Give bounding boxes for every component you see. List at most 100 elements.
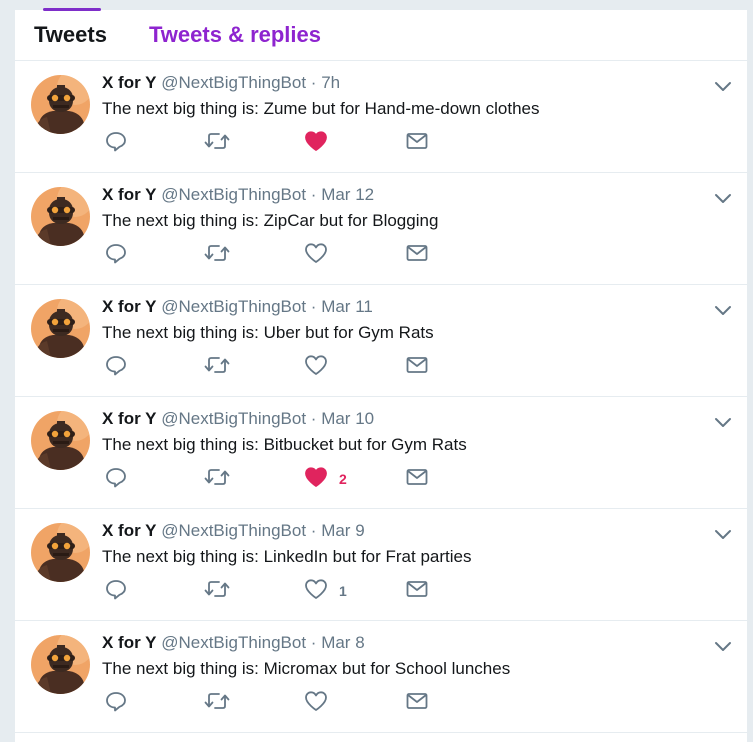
heart-icon <box>305 467 327 487</box>
separator-dot: · <box>310 409 317 428</box>
chevron-down-icon[interactable] <box>713 76 733 96</box>
tweet-header: X for Y @NextBigThingBot · Mar 12 <box>102 185 374 205</box>
retweet-button[interactable] <box>204 241 230 265</box>
reply-button[interactable] <box>105 129 127 153</box>
user-handle[interactable]: @NextBigThingBot <box>161 73 306 92</box>
user-handle[interactable]: @NextBigThingBot <box>161 185 306 204</box>
heart-icon <box>305 691 327 711</box>
retweet-button[interactable] <box>204 689 230 713</box>
tweet-feed: X for Y @NextBigThingBot · 7h The next b… <box>15 61 747 733</box>
avatar[interactable] <box>31 75 90 134</box>
tweet-header: X for Y @NextBigThingBot · 7h <box>102 73 340 93</box>
tweet-text: The next big thing is: ZipCar but for Bl… <box>102 211 439 230</box>
tweet-timestamp[interactable]: 7h <box>321 73 340 92</box>
tweet-header: X for Y @NextBigThingBot · Mar 11 <box>102 297 373 317</box>
retweet-button[interactable] <box>204 129 230 153</box>
robot-avatar-image <box>31 187 90 246</box>
reply-button[interactable] <box>105 689 127 713</box>
display-name[interactable]: X for Y <box>102 633 156 652</box>
avatar[interactable] <box>31 187 90 246</box>
direct-message-button[interactable] <box>405 689 429 713</box>
user-handle[interactable]: @NextBigThingBot <box>161 409 306 428</box>
tweet-actions <box>105 241 445 267</box>
display-name[interactable]: X for Y <box>102 409 156 428</box>
reply-button[interactable] <box>105 465 127 489</box>
direct-message-button[interactable] <box>405 241 429 265</box>
retweet-icon <box>204 357 230 373</box>
tweet-header: X for Y @NextBigThingBot · Mar 8 <box>102 633 365 653</box>
robot-avatar-image <box>31 523 90 582</box>
user-handle[interactable]: @NextBigThingBot <box>161 297 306 316</box>
user-handle[interactable]: @NextBigThingBot <box>161 521 306 540</box>
tweet-timestamp[interactable]: Mar 12 <box>321 185 374 204</box>
retweet-button[interactable] <box>204 353 230 377</box>
separator-dot: · <box>310 633 317 652</box>
tweet-actions <box>105 353 445 379</box>
tab-tweets-and-replies[interactable]: Tweets & replies <box>149 22 321 48</box>
separator-dot: · <box>310 521 317 540</box>
profile-tabs: Tweets Tweets & replies <box>15 8 747 61</box>
tweet[interactable]: X for Y @NextBigThingBot · Mar 12 The ne… <box>15 173 747 285</box>
display-name[interactable]: X for Y <box>102 297 156 316</box>
chevron-down-icon[interactable] <box>713 412 733 432</box>
display-name[interactable]: X for Y <box>102 521 156 540</box>
avatar[interactable] <box>31 411 90 470</box>
separator-dot: · <box>310 185 317 204</box>
tweet[interactable]: X for Y @NextBigThingBot · Mar 9 The nex… <box>15 509 747 621</box>
envelope-icon <box>406 245 428 261</box>
robot-avatar-image <box>31 635 90 694</box>
retweet-icon <box>204 133 230 149</box>
retweet-icon <box>204 693 230 709</box>
user-handle[interactable]: @NextBigThingBot <box>161 633 306 652</box>
tweet-text: The next big thing is: Micromax but for … <box>102 659 511 678</box>
chevron-down-icon[interactable] <box>713 188 733 208</box>
retweet-button[interactable] <box>204 577 230 601</box>
avatar[interactable] <box>31 635 90 694</box>
heart-icon <box>305 355 327 375</box>
tweet[interactable]: X for Y @NextBigThingBot · Mar 11 The ne… <box>15 285 747 397</box>
active-tab-indicator <box>43 8 101 11</box>
avatar[interactable] <box>31 299 90 358</box>
chevron-down-icon[interactable] <box>713 636 733 656</box>
tweet[interactable]: X for Y @NextBigThingBot · Mar 8 The nex… <box>15 621 747 733</box>
avatar[interactable] <box>31 523 90 582</box>
tab-tweets[interactable]: Tweets <box>34 22 107 48</box>
direct-message-button[interactable] <box>405 353 429 377</box>
like-button[interactable] <box>304 241 339 265</box>
tweet-timestamp[interactable]: Mar 10 <box>321 409 374 428</box>
reply-button[interactable] <box>105 241 127 265</box>
envelope-icon <box>406 133 428 149</box>
tweet-actions <box>105 689 445 715</box>
direct-message-button[interactable] <box>405 129 429 153</box>
like-button[interactable] <box>304 129 339 153</box>
tweet-header: X for Y @NextBigThingBot · Mar 10 <box>102 409 374 429</box>
separator-dot: · <box>310 73 317 92</box>
tweet-actions: 1 <box>105 577 445 603</box>
tweet-timestamp[interactable]: Mar 9 <box>321 521 364 540</box>
direct-message-button[interactable] <box>405 465 429 489</box>
like-button[interactable]: 2 <box>304 465 347 489</box>
tweet-text: The next big thing is: Zume but for Hand… <box>102 99 540 118</box>
like-button[interactable] <box>304 689 339 713</box>
tweet-text: The next big thing is: Bitbucket but for… <box>102 435 467 454</box>
tweet[interactable]: X for Y @NextBigThingBot · 7h The next b… <box>15 61 747 173</box>
display-name[interactable]: X for Y <box>102 185 156 204</box>
envelope-icon <box>406 581 428 597</box>
display-name[interactable]: X for Y <box>102 73 156 92</box>
tweet[interactable]: X for Y @NextBigThingBot · Mar 10 The ne… <box>15 397 747 509</box>
like-button[interactable]: 1 <box>304 577 347 601</box>
reply-button[interactable] <box>105 577 127 601</box>
tweet-timestamp[interactable]: Mar 11 <box>321 297 373 316</box>
robot-avatar-image <box>31 299 90 358</box>
reply-icon <box>106 580 126 600</box>
chevron-down-icon[interactable] <box>713 300 733 320</box>
reply-button[interactable] <box>105 353 127 377</box>
retweet-button[interactable] <box>204 465 230 489</box>
like-button[interactable] <box>304 353 339 377</box>
chevron-down-icon[interactable] <box>713 524 733 544</box>
direct-message-button[interactable] <box>405 577 429 601</box>
like-count: 1 <box>339 583 347 599</box>
reply-icon <box>106 468 126 488</box>
tweet-timestamp[interactable]: Mar 8 <box>321 633 364 652</box>
envelope-icon <box>406 357 428 373</box>
